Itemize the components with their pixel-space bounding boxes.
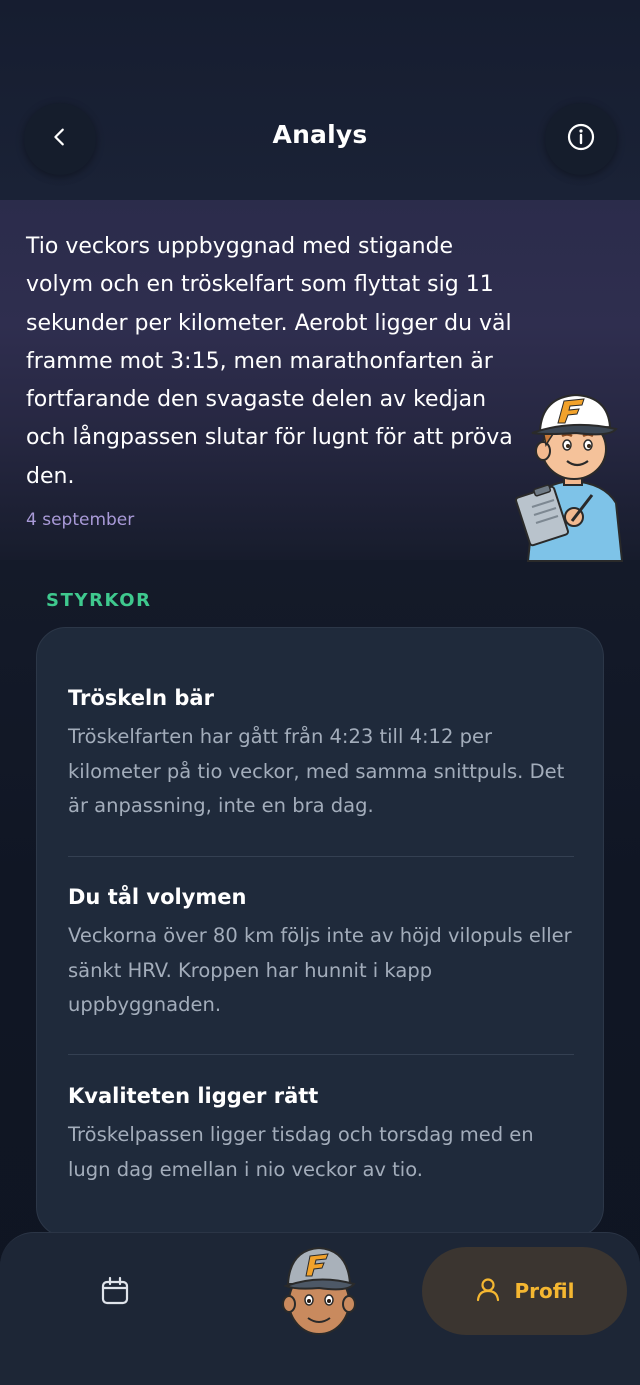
strength-item: Kvaliteten ligger rätt Tröskelpassen lig… xyxy=(68,1084,574,1187)
calendar-icon xyxy=(99,1275,131,1311)
nav-profile-button[interactable]: Profil xyxy=(422,1247,627,1335)
strength-item: Du tål volymen Veckorna över 80 km följs… xyxy=(68,885,574,1023)
nav-calendar-button[interactable] xyxy=(96,1274,134,1312)
strengths-label: STYRKOR xyxy=(46,590,152,611)
info-icon xyxy=(566,122,596,156)
nav-profile-label: Profil xyxy=(514,1279,575,1303)
strength-title: Tröskeln bär xyxy=(68,686,214,710)
strength-title: Kvaliteten ligger rätt xyxy=(68,1084,319,1108)
strength-body: Tröskelfarten har gått från 4:23 till 4:… xyxy=(68,725,565,817)
strength-title: Du tål volymen xyxy=(68,885,247,909)
strengths-card: Tröskeln bär Tröskelfarten har gått från… xyxy=(36,627,604,1237)
coach-illustration xyxy=(512,383,634,563)
strength-body: Tröskelpassen ligger tisdag och torsdag … xyxy=(68,1123,534,1181)
user-icon xyxy=(475,1276,501,1306)
nav-coach-button[interactable] xyxy=(276,1244,362,1340)
strength-item: Tröskeln bär Tröskelfarten har gått från… xyxy=(68,686,574,824)
analysis-screen: Analys Tio veckors uppbyggnad med stigan… xyxy=(0,0,640,1385)
info-button[interactable] xyxy=(545,103,617,175)
summary-text: Tio veckors uppbyggnad med stigande voly… xyxy=(26,234,513,489)
header xyxy=(0,0,640,200)
divider xyxy=(68,1054,574,1055)
divider xyxy=(68,856,574,857)
page-title: Analys xyxy=(272,120,368,149)
strength-body: Veckorna över 80 km följs inte av höjd v… xyxy=(68,924,572,1016)
summary-date: 4 september xyxy=(26,510,135,530)
